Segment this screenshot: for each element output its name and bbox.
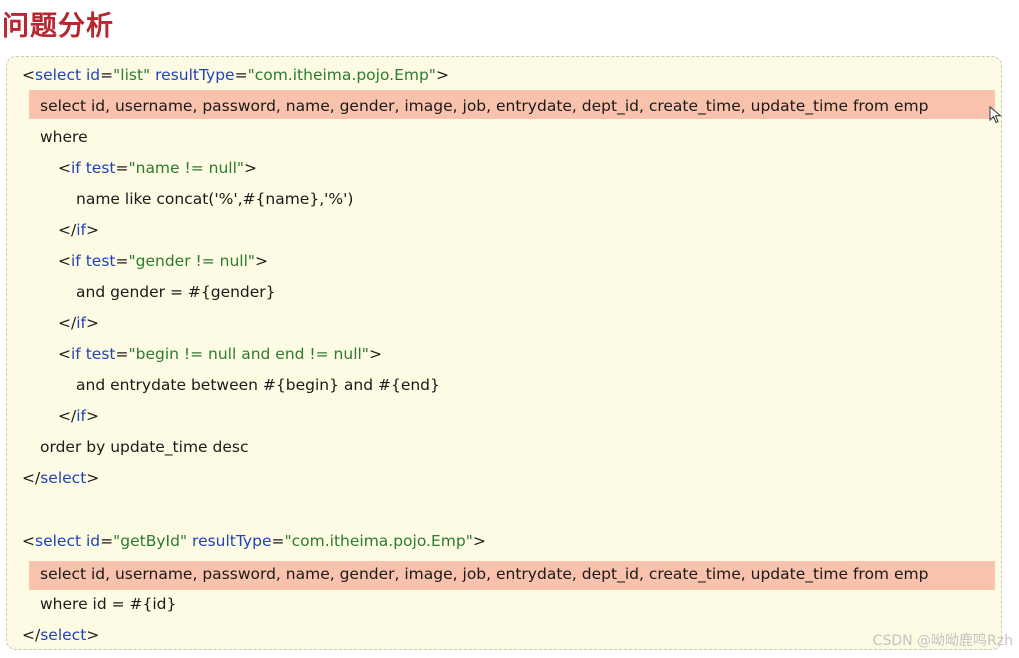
code-line-if1-open: <if test="name != null">: [58, 159, 258, 177]
code-line-if2-body: and gender = #{gender}: [76, 283, 276, 301]
code-line-if3-close: </if>: [58, 407, 99, 425]
code-block: <select id="list" resultType="com.itheim…: [6, 56, 1002, 650]
code-line-select2-close: </select>: [22, 626, 100, 644]
code-line-select1-open: <select id="list" resultType="com.itheim…: [22, 66, 449, 84]
watermark: CSDN @呦呦鹿鸣Rzh: [872, 633, 1013, 649]
code-line-select2-open: <select id="getById" resultType="com.ith…: [22, 532, 486, 550]
code-line-if1-close: </if>: [58, 221, 99, 239]
code-line-if3-body: and entrydate between #{begin} and #{end…: [76, 376, 440, 394]
code-line-select1-columns: select id, username, password, name, gen…: [40, 97, 929, 115]
code-line-if2-open: <if test="gender != null">: [58, 252, 269, 270]
code-line-order-by: order by update_time desc: [40, 438, 249, 456]
code-line-select2-columns: select id, username, password, name, gen…: [40, 565, 929, 583]
code-line-if3-open: <if test="begin != null and end != null"…: [58, 345, 382, 363]
code-line-where: where: [40, 128, 88, 146]
code-line-if2-close: </if>: [58, 314, 99, 332]
code-line-if1-body: name like concat('%',#{name},'%'): [76, 190, 354, 208]
mouse-pointer-icon: [989, 106, 1002, 124]
slide: 问题分析 <select id="list" resultType="com.i…: [0, 0, 1019, 658]
page-title: 问题分析: [2, 11, 114, 42]
code-line-select1-close: </select>: [22, 469, 100, 487]
code-line-select2-where: where id = #{id}: [40, 595, 177, 613]
